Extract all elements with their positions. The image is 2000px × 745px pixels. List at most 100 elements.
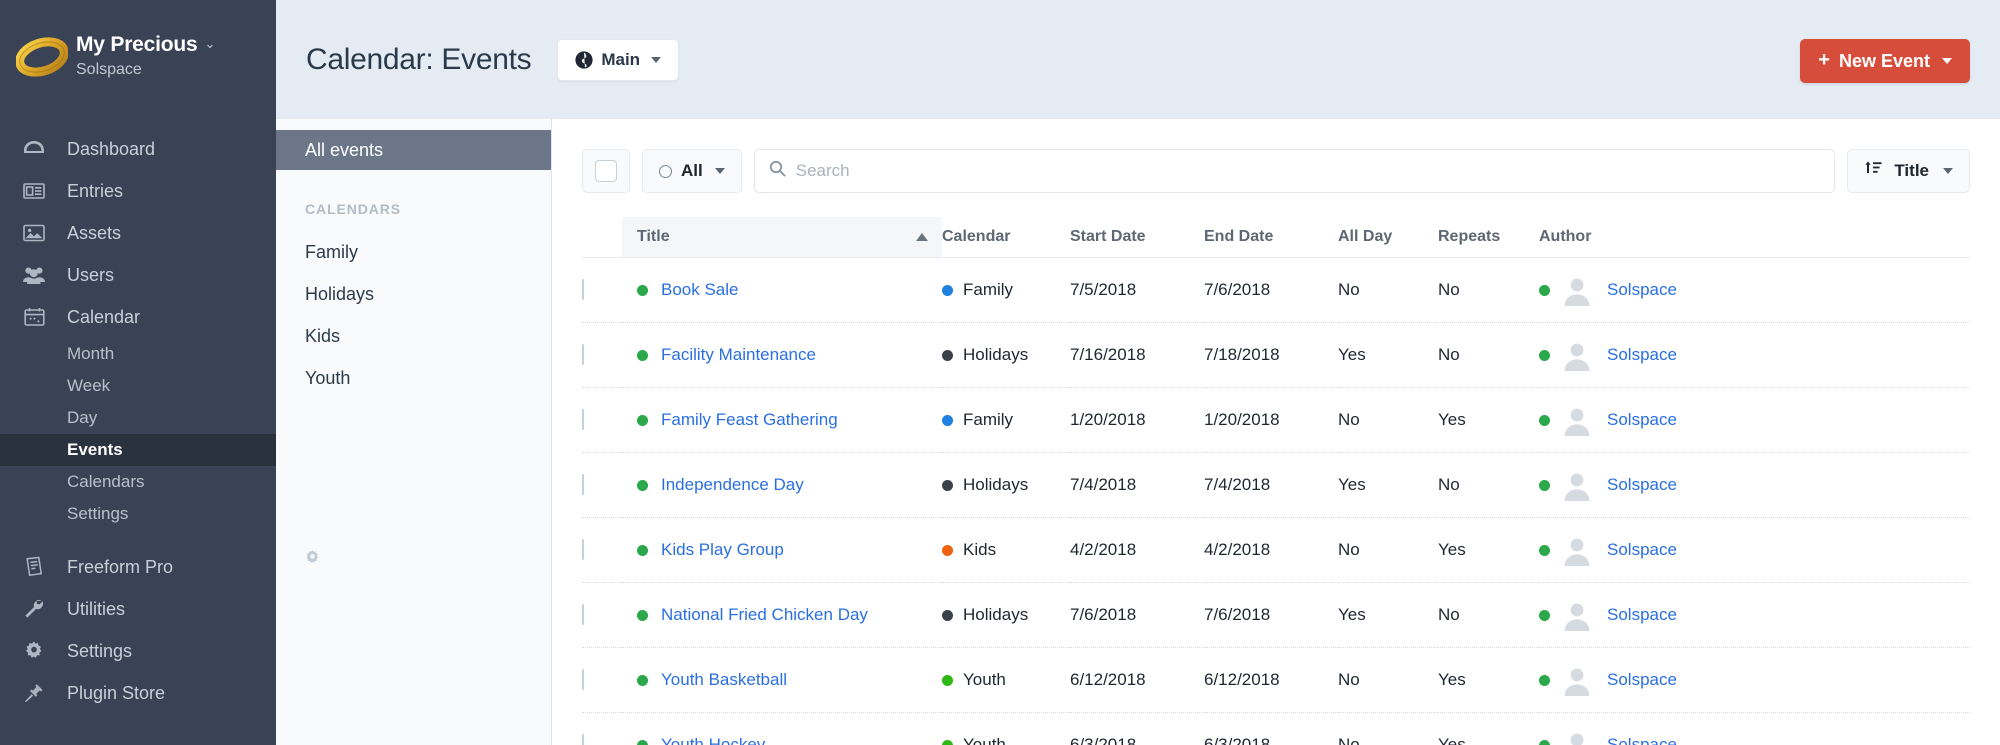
col-end-date[interactable]: End Date — [1204, 217, 1338, 258]
author-link[interactable]: Solspace — [1607, 475, 1677, 495]
author-link[interactable]: Solspace — [1607, 345, 1677, 365]
sidebar-subitem-month[interactable]: Month — [0, 338, 276, 370]
table-row[interactable]: Book Sale Family 7/5/2018 7/6/2018 No No Solsp… — [582, 257, 1970, 323]
event-title-link[interactable]: Family Feast Gathering — [661, 410, 838, 430]
sidebar-subitem-calendars[interactable]: Calendars — [0, 466, 276, 498]
sidebar-item-plugin-store[interactable]: Plugin Store — [0, 672, 276, 714]
sidebar-subitem-settings[interactable]: Settings — [0, 498, 276, 530]
new-event-button[interactable]: + New Event — [1800, 39, 1970, 83]
row-checkbox-cell[interactable] — [582, 517, 622, 583]
row-checkbox[interactable] — [582, 409, 584, 430]
subnav-item-holidays[interactable]: Holidays — [276, 273, 551, 315]
site-selector-button[interactable]: Main — [557, 38, 680, 81]
row-checkbox-cell[interactable] — [582, 582, 622, 648]
table-row[interactable]: National Fried Chicken Day Holidays 7/6/20… — [582, 582, 1970, 648]
author-link[interactable]: Solspace — [1607, 670, 1677, 690]
subnav-item-youth[interactable]: Youth — [276, 357, 551, 399]
event-title-link[interactable]: Youth Basketball — [661, 670, 787, 690]
row-checkbox[interactable] — [582, 669, 584, 690]
row-checkbox[interactable] — [582, 344, 584, 365]
sort-icon — [1864, 159, 1883, 183]
row-checkbox-cell[interactable] — [582, 257, 622, 323]
row-checkbox[interactable] — [582, 734, 584, 745]
subnav-item-all-events[interactable]: All events — [276, 130, 551, 170]
table-row[interactable]: Family Feast Gathering Family 1/20/2018 1/2… — [582, 387, 1970, 453]
col-calendar[interactable]: Calendar — [942, 217, 1070, 258]
event-title-link[interactable]: Facility Maintenance — [661, 345, 816, 365]
status-dot — [637, 349, 648, 361]
sort-dropdown[interactable]: Title — [1847, 149, 1970, 193]
cell-title: Book Sale — [622, 257, 942, 323]
sidebar-subitem-events[interactable]: Events — [0, 434, 276, 466]
event-title-link[interactable]: Independence Day — [661, 475, 804, 495]
table-row[interactable]: Youth Basketball Youth 6/12/2018 6/12/2018 N… — [582, 647, 1970, 713]
sidebar-item-assets[interactable]: Assets — [0, 212, 276, 254]
event-title-link[interactable]: Kids Play Group — [661, 540, 784, 560]
table-head: Title Calendar Start Date End Date All D… — [582, 217, 1970, 258]
row-checkbox[interactable] — [582, 474, 584, 495]
author-link[interactable]: Solspace — [1607, 280, 1677, 300]
author-link[interactable]: Solspace — [1607, 410, 1677, 430]
sidebar-item-freeform-pro[interactable]: Freeform Pro — [0, 546, 276, 588]
gear-icon[interactable] — [304, 549, 321, 571]
status-dot — [637, 479, 648, 491]
event-title-link[interactable]: Book Sale — [661, 280, 739, 300]
cell-start-date: 4/2/2018 — [1070, 517, 1204, 583]
cell-start-date: 7/4/2018 — [1070, 452, 1204, 518]
row-checkbox[interactable] — [582, 279, 584, 300]
col-start-date[interactable]: Start Date — [1070, 217, 1204, 258]
select-all-checkbox[interactable] — [582, 149, 630, 193]
table-row[interactable]: Independence Day Holidays 7/4/2018 7/4/2018… — [582, 452, 1970, 518]
author-link[interactable]: Solspace — [1607, 735, 1677, 745]
col-author[interactable]: Author — [1539, 217, 1970, 258]
col-repeats[interactable]: Repeats — [1438, 217, 1539, 258]
row-checkbox-cell[interactable] — [582, 712, 622, 745]
sidebar-subitem-week[interactable]: Week — [0, 370, 276, 402]
author-link[interactable]: Solspace — [1607, 540, 1677, 560]
table-row[interactable]: Youth Hockey Youth 6/3/2018 6/3/2018 No Yes So… — [582, 712, 1970, 745]
cell-repeats: Yes — [1438, 387, 1539, 453]
cell-repeats: No — [1438, 322, 1539, 388]
subnav-item-kids[interactable]: Kids — [276, 315, 551, 357]
sidebar-subitem-day[interactable]: Day — [0, 402, 276, 434]
search-box[interactable] — [753, 149, 1836, 193]
calendar-name: Holidays — [963, 605, 1029, 624]
sidebar-item-utilities[interactable]: Utilities — [0, 588, 276, 630]
author-status-dot — [1539, 414, 1550, 426]
sidebar-item-calendar[interactable]: Calendar — [0, 296, 276, 338]
ring-icon — [15, 34, 69, 78]
search-input[interactable] — [795, 161, 1821, 181]
row-checkbox-cell[interactable] — [582, 647, 622, 713]
cell-end-date: 7/6/2018 — [1204, 582, 1338, 648]
event-title-link[interactable]: National Fried Chicken Day — [661, 605, 868, 625]
avatar — [1561, 599, 1593, 631]
col-title[interactable]: Title — [622, 217, 942, 258]
table-row[interactable]: Facility Maintenance Holidays 7/16/2018 7/1… — [582, 322, 1970, 388]
table-row[interactable]: Kids Play Group Kids 4/2/2018 4/2/2018 No Yes… — [582, 517, 1970, 583]
row-checkbox-cell[interactable] — [582, 452, 622, 518]
sidebar-item-settings[interactable]: Settings — [0, 630, 276, 672]
row-checkbox[interactable] — [582, 604, 584, 625]
cell-calendar: Youth — [942, 712, 1070, 745]
col-all-day[interactable]: All Day — [1338, 217, 1438, 258]
cell-calendar: Holidays — [942, 322, 1070, 388]
event-title-link[interactable]: Youth Hockey — [661, 735, 765, 745]
calendar-color-dot — [942, 544, 953, 556]
status-filter-label: All — [681, 161, 703, 180]
sidebar-item-entries[interactable]: Entries — [0, 170, 276, 212]
sidebar-item-users[interactable]: Users — [0, 254, 276, 296]
chevron-down-icon[interactable]: ⌄ — [205, 36, 216, 52]
cell-start-date: 1/20/2018 — [1070, 387, 1204, 453]
status-dot — [637, 674, 648, 686]
row-checkbox-cell[interactable] — [582, 322, 622, 388]
author-link[interactable]: Solspace — [1607, 605, 1677, 625]
cell-end-date: 1/20/2018 — [1204, 387, 1338, 453]
row-checkbox[interactable] — [582, 539, 584, 560]
col-calendar-label: Calendar — [942, 228, 1011, 245]
sidebar-item-dashboard[interactable]: Dashboard — [0, 128, 276, 170]
brand-header[interactable]: My Precious ⌄ Solspace — [0, 0, 276, 86]
sidebar-subitem-label: Month — [67, 344, 115, 363]
row-checkbox-cell[interactable] — [582, 387, 622, 453]
status-filter-dropdown[interactable]: All — [642, 149, 742, 193]
subnav-item-family[interactable]: Family — [276, 231, 551, 273]
